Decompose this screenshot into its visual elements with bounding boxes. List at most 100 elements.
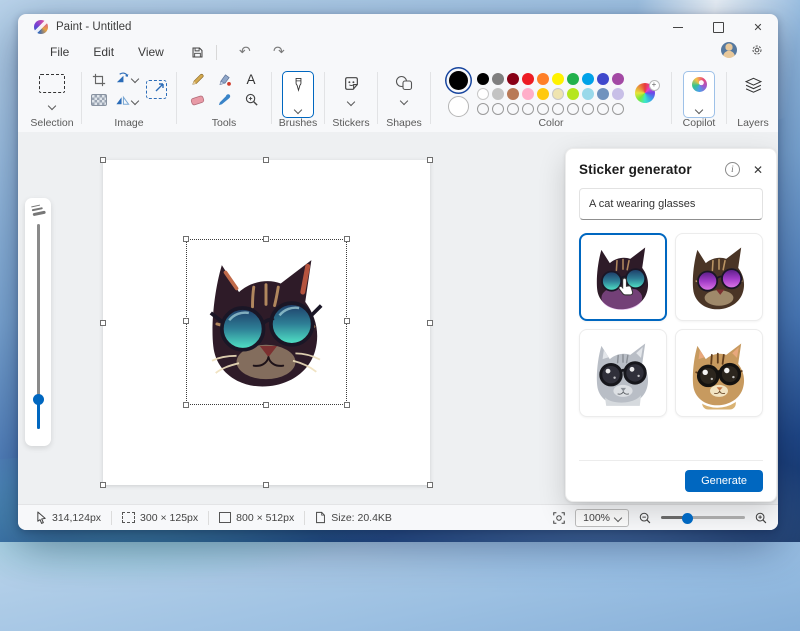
panel-close-icon[interactable]: ✕ <box>753 163 763 177</box>
undo-button[interactable]: ↶ <box>233 42 257 62</box>
rotate-button[interactable] <box>115 71 138 86</box>
color-swatch[interactable] <box>612 73 624 85</box>
zoom-in-icon[interactable] <box>754 511 768 525</box>
maximize-button[interactable] <box>698 14 738 40</box>
menu-file[interactable]: File <box>38 42 81 62</box>
color-swatch[interactable] <box>582 88 594 100</box>
canvas-handle-n[interactable] <box>263 157 269 163</box>
selection-tool-group[interactable]: Selection <box>24 64 80 132</box>
sticker-thumbnail-4[interactable] <box>675 329 763 417</box>
flip-button[interactable] <box>115 93 138 108</box>
brushes-group[interactable]: Brushes <box>273 64 323 132</box>
color-swatch[interactable] <box>477 73 489 85</box>
eyedropper-icon[interactable] <box>217 92 232 107</box>
color-swatch-empty[interactable] <box>552 103 564 115</box>
color-swatch[interactable] <box>552 88 564 100</box>
remove-background-icon[interactable] <box>91 94 107 106</box>
eraser-icon[interactable] <box>190 92 205 107</box>
selection-handle-se[interactable] <box>344 402 350 408</box>
color-swatch[interactable] <box>477 88 489 100</box>
selection-rectangle[interactable] <box>186 239 347 405</box>
canvas-handle-sw[interactable] <box>100 482 106 488</box>
color-swatch[interactable] <box>522 73 534 85</box>
shapes-group[interactable]: Shapes <box>379 64 429 132</box>
color-swatch[interactable] <box>492 73 504 85</box>
canvas-handle-e[interactable] <box>427 320 433 326</box>
edit-colors-button[interactable]: + <box>635 83 657 105</box>
minimize-button[interactable] <box>658 14 698 40</box>
ribbon-divider <box>176 72 177 124</box>
color-swatch-empty[interactable] <box>567 103 579 115</box>
generate-button[interactable]: Generate <box>685 470 763 492</box>
sticker-thumbnail-1[interactable] <box>579 233 667 321</box>
copilot-group[interactable]: Copilot <box>673 64 725 132</box>
account-avatar[interactable] <box>721 42 737 58</box>
fit-to-screen-icon[interactable] <box>552 511 566 525</box>
chevron-down-icon[interactable] <box>48 101 56 109</box>
resize-image-icon[interactable] <box>146 80 167 99</box>
close-button[interactable]: ✕ <box>738 14 778 40</box>
sticker-thumbnail-2[interactable] <box>675 233 763 321</box>
zoom-level-dropdown[interactable]: 100% <box>575 509 629 527</box>
copilot-button[interactable] <box>683 71 715 118</box>
sticker-thumbnail-3[interactable] <box>579 329 667 417</box>
color-swatch-empty[interactable] <box>477 103 489 115</box>
primary-color-swatch[interactable] <box>449 71 468 90</box>
canvas-handle-se[interactable] <box>427 482 433 488</box>
color-swatch[interactable] <box>612 88 624 100</box>
menu-edit[interactable]: Edit <box>81 42 126 62</box>
pencil-icon[interactable] <box>190 72 205 87</box>
color-swatch[interactable] <box>567 73 579 85</box>
color-swatch[interactable] <box>537 88 549 100</box>
titlebar[interactable]: Paint - Untitled ✕ <box>18 14 778 40</box>
selection-handle-e[interactable] <box>344 318 350 324</box>
color-swatch-empty[interactable] <box>582 103 594 115</box>
color-swatch[interactable] <box>492 88 504 100</box>
redo-button[interactable]: ↷ <box>267 42 291 62</box>
save-button[interactable] <box>186 42 210 62</box>
menu-view[interactable]: View <box>126 42 176 62</box>
canvas-handle-w[interactable] <box>100 320 106 326</box>
color-swatch-empty[interactable] <box>597 103 609 115</box>
color-swatch-empty[interactable] <box>507 103 519 115</box>
selection-handle-ne[interactable] <box>344 236 350 242</box>
selection-handle-w[interactable] <box>183 318 189 324</box>
canvas-handle-s[interactable] <box>263 482 269 488</box>
brushes-button-selected[interactable] <box>282 71 314 118</box>
color-swatch[interactable] <box>582 73 594 85</box>
layers-group[interactable]: Layers <box>728 64 778 132</box>
color-swatch-empty[interactable] <box>492 103 504 115</box>
color-swatch[interactable] <box>537 73 549 85</box>
color-swatch[interactable] <box>507 73 519 85</box>
text-tool-icon[interactable]: A <box>246 73 255 87</box>
color-swatch[interactable] <box>567 88 579 100</box>
zoom-slider[interactable] <box>661 512 745 524</box>
zoom-slider-thumb[interactable] <box>682 513 693 524</box>
color-swatch-empty[interactable] <box>537 103 549 115</box>
selection-handle-sw[interactable] <box>183 402 189 408</box>
selection-handle-n[interactable] <box>263 236 269 242</box>
color-swatch-empty[interactable] <box>612 103 624 115</box>
color-swatch-empty[interactable] <box>522 103 534 115</box>
slider-thumb[interactable] <box>33 394 44 405</box>
color-swatch[interactable] <box>507 88 519 100</box>
brush-size-slider[interactable] <box>37 224 40 429</box>
zoom-out-icon[interactable] <box>638 511 652 525</box>
canvas-handle-ne[interactable] <box>427 157 433 163</box>
canvas-handle-nw[interactable] <box>100 157 106 163</box>
secondary-color-swatch[interactable] <box>448 96 469 117</box>
settings-gear-icon[interactable] <box>750 43 764 57</box>
fill-marker-icon[interactable] <box>217 72 232 87</box>
color-swatch[interactable] <box>522 88 534 100</box>
selection-handle-nw[interactable] <box>183 236 189 242</box>
info-icon[interactable]: i <box>725 162 740 177</box>
selection-handle-s[interactable] <box>263 402 269 408</box>
prompt-input[interactable] <box>579 188 763 220</box>
stickers-group[interactable]: Stickers <box>326 64 376 132</box>
color-swatch[interactable] <box>597 73 609 85</box>
crop-icon[interactable] <box>92 73 106 87</box>
chevron-down-icon <box>294 106 302 114</box>
color-swatch[interactable] <box>552 73 564 85</box>
magnifier-icon[interactable] <box>244 92 259 107</box>
color-swatch[interactable] <box>597 88 609 100</box>
